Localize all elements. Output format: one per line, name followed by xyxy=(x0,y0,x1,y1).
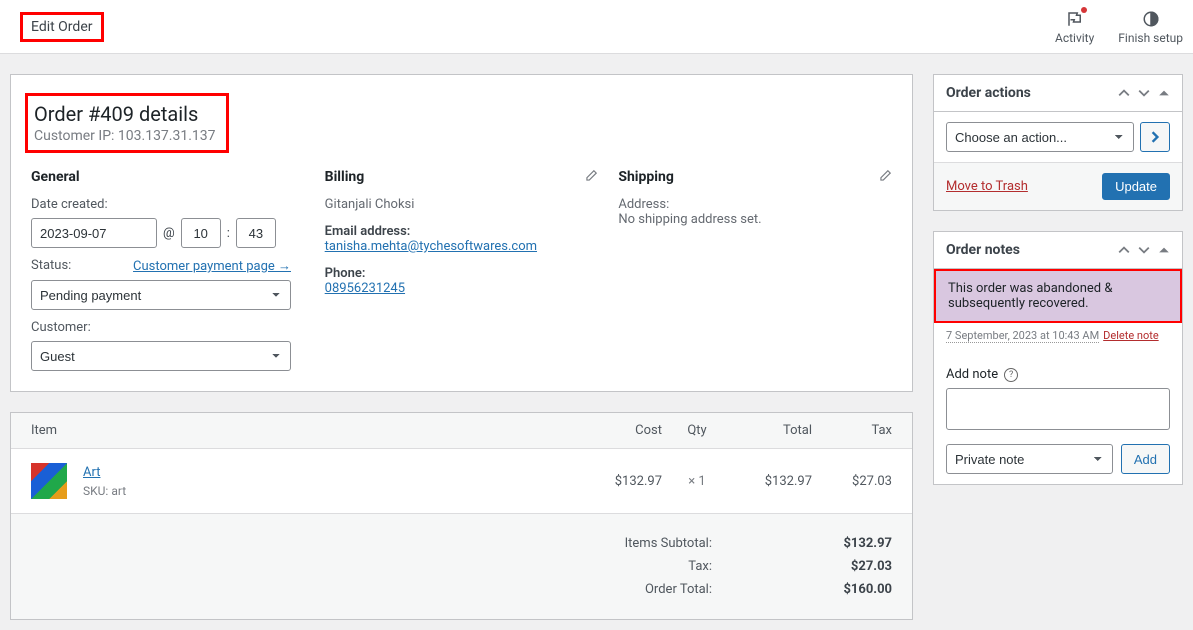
col-total: Total xyxy=(732,423,812,438)
general-column: General Date created: @ : Status: Custom… xyxy=(31,169,305,371)
shipping-heading: Shipping xyxy=(618,169,892,185)
status-label: Status: xyxy=(31,258,71,274)
order-actions-box: Order actions Choose an action... xyxy=(933,74,1183,211)
caret-up-icon[interactable] xyxy=(1158,87,1170,99)
circle-half-icon xyxy=(1141,9,1161,29)
note-textarea[interactable] xyxy=(946,388,1170,430)
help-icon[interactable]: ? xyxy=(1004,368,1018,382)
order-title: Order #409 details xyxy=(34,102,216,126)
billing-email-link[interactable]: tanisha.mehta@tychesoftwares.com xyxy=(325,239,537,254)
item-tax: $27.03 xyxy=(812,474,892,489)
general-heading: General xyxy=(31,169,305,185)
item-total: $132.97 xyxy=(732,474,812,489)
billing-column: Billing Gitanjali Choksi Email address: … xyxy=(325,169,599,371)
customer-ip: Customer IP: 103.137.31.137 xyxy=(34,128,216,144)
flag-icon xyxy=(1065,9,1085,29)
customer-label: Customer: xyxy=(31,320,305,335)
delete-note-link[interactable]: Delete note xyxy=(1103,329,1159,342)
customer-payment-link[interactable]: Customer payment page → xyxy=(133,258,291,274)
product-name-link[interactable]: Art xyxy=(83,465,100,480)
shipping-address-label: Address: xyxy=(618,197,892,212)
col-cost: Cost xyxy=(582,423,662,438)
items-header-row: Item Cost Qty Total Tax xyxy=(11,413,912,449)
product-thumbnail xyxy=(31,463,67,499)
col-item: Item xyxy=(31,423,582,438)
col-qty: Qty xyxy=(662,423,732,438)
billing-heading: Billing xyxy=(325,169,599,185)
action-select[interactable]: Choose an action... xyxy=(946,122,1134,152)
order-header: Order #409 details Customer IP: 103.137.… xyxy=(25,93,229,153)
item-cost: $132.97 xyxy=(582,474,662,489)
note-bubble: This order was abandoned & subsequently … xyxy=(934,269,1182,323)
customer-select[interactable]: Guest xyxy=(31,341,291,371)
update-button[interactable]: Update xyxy=(1102,173,1170,200)
note-timestamp: 7 September, 2023 at 10:43 AM xyxy=(946,329,1099,343)
add-note-label: Add note xyxy=(946,367,998,382)
shipping-column: Shipping Address: No shipping address se… xyxy=(618,169,892,371)
order-notes-title: Order notes xyxy=(946,242,1020,258)
finish-setup-button[interactable]: Finish setup xyxy=(1118,9,1183,45)
top-bar: Edit Order Activity Finish setup xyxy=(0,0,1193,54)
chevron-up-icon[interactable] xyxy=(1118,87,1130,99)
add-note-button[interactable]: Add xyxy=(1121,444,1170,474)
order-totals: Items Subtotal:$132.97 Tax:$27.03 Order … xyxy=(11,513,912,619)
shipping-none: No shipping address set. xyxy=(618,212,892,227)
note-type-select[interactable]: Private note xyxy=(946,444,1113,474)
move-to-trash-link[interactable]: Move to Trash xyxy=(946,179,1028,194)
apply-action-button[interactable] xyxy=(1140,122,1170,152)
minute-input[interactable] xyxy=(236,218,276,248)
page-title: Edit Order xyxy=(20,12,104,42)
item-qty: × 1 xyxy=(662,474,732,489)
order-details-panel: Order #409 details Customer IP: 103.137.… xyxy=(10,74,913,392)
billing-phone-link[interactable]: 08956231245 xyxy=(325,281,405,296)
chevron-down-icon[interactable] xyxy=(1138,244,1150,256)
date-input[interactable] xyxy=(31,218,157,248)
chevron-down-icon[interactable] xyxy=(1138,87,1150,99)
col-tax: Tax xyxy=(812,423,892,438)
edit-billing-icon[interactable] xyxy=(584,169,598,183)
status-select[interactable]: Pending payment xyxy=(31,280,291,310)
items-panel: Item Cost Qty Total Tax Art SKU: art $13… xyxy=(10,412,913,620)
hour-input[interactable] xyxy=(181,218,221,248)
order-actions-title: Order actions xyxy=(946,85,1031,101)
date-created-label: Date created: xyxy=(31,197,305,212)
phone-label: Phone: xyxy=(325,266,599,281)
edit-shipping-icon[interactable] xyxy=(878,169,892,183)
activity-button[interactable]: Activity xyxy=(1055,9,1094,45)
caret-up-icon[interactable] xyxy=(1158,244,1170,256)
topbar-actions: Activity Finish setup xyxy=(1055,9,1183,45)
chevron-up-icon[interactable] xyxy=(1118,244,1130,256)
order-notes-box: Order notes This order was abandoned & s… xyxy=(933,231,1183,485)
billing-name: Gitanjali Choksi xyxy=(325,197,599,212)
email-label: Email address: xyxy=(325,224,599,239)
notification-dot xyxy=(1081,7,1087,13)
item-row: Art SKU: art $132.97 × 1 $132.97 $27.03 xyxy=(11,449,912,513)
